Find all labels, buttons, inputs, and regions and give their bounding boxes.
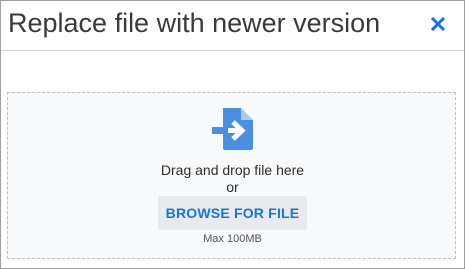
file-upload-icon xyxy=(212,108,253,150)
dialog-title: Replace file with newer version xyxy=(8,8,381,38)
browse-for-file-button[interactable]: BROWSE FOR FILE xyxy=(158,196,307,230)
dialog-header: Replace file with newer version xyxy=(1,1,464,51)
close-button[interactable] xyxy=(426,12,450,36)
close-icon xyxy=(430,16,446,32)
drop-instruction: Drag and drop file here xyxy=(160,162,305,178)
or-separator: or xyxy=(226,179,239,195)
max-file-size: Max 100MB xyxy=(203,233,262,245)
